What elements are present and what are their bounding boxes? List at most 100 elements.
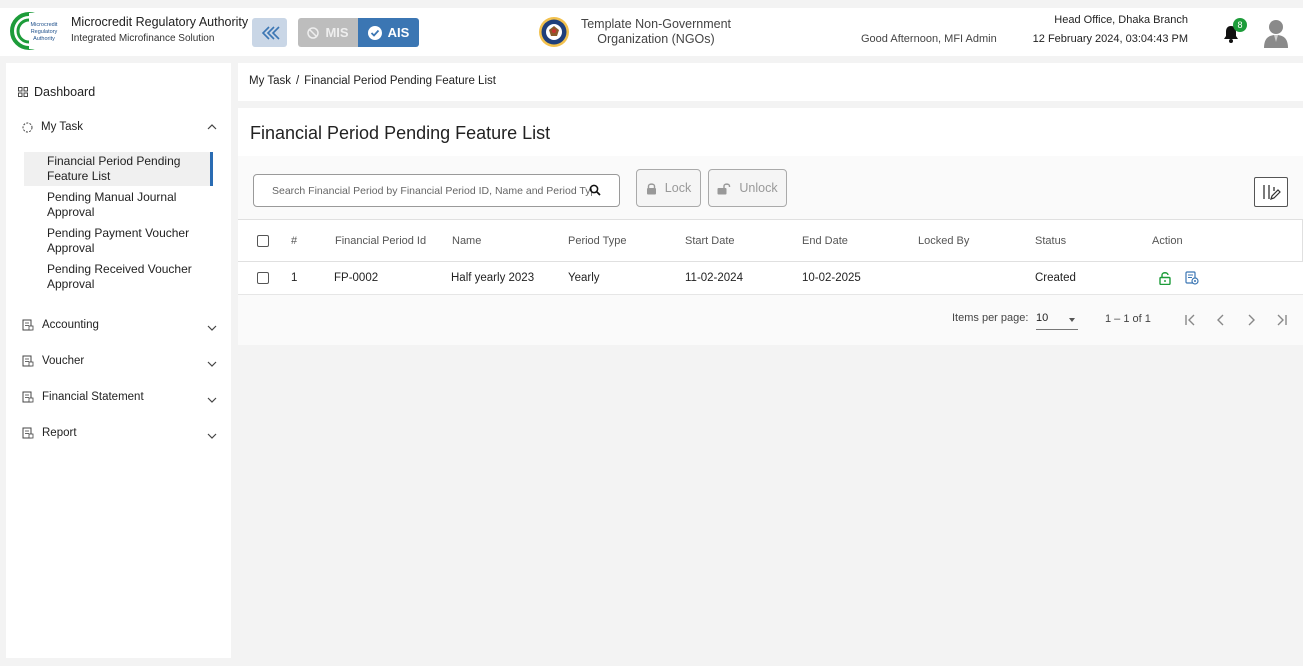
table-row: 1 FP-0002 Half yearly 2023 Yearly 11-02-…: [238, 262, 1303, 295]
ngo-name: Template Non-Government Organization (NG…: [580, 17, 732, 46]
column-settings-button[interactable]: [1254, 177, 1288, 207]
chevron-up-icon: [207, 124, 217, 130]
table-header: # Financial Period Id Name Period Type S…: [238, 219, 1303, 262]
breadcrumb-parent-link[interactable]: My Task: [249, 75, 291, 87]
items-per-page-select[interactable]: 10: [1036, 310, 1078, 330]
sidebar-item-dashboard[interactable]: Dashboard: [18, 85, 95, 99]
sidebar-item-label: My Task: [41, 121, 83, 133]
column-header-start-date[interactable]: Start Date: [685, 220, 735, 261]
lock-icon: [646, 182, 656, 194]
column-edit-icon: [1263, 185, 1281, 200]
sidebar-item-label: Report: [42, 427, 77, 439]
unlock-icon: [717, 182, 731, 194]
items-per-page-label: Items per page:: [952, 312, 1029, 324]
ais-label: AIS: [387, 25, 410, 40]
row-checkbox-cell: [257, 262, 269, 294]
sidebar-subitem-label: Pending Payment Voucher Approval: [47, 226, 190, 255]
notification-badge: 8: [1233, 18, 1247, 32]
column-header-action: Action: [1152, 234, 1183, 247]
search-input[interactable]: Search Financial Period by Financial Per…: [253, 174, 620, 207]
cell-start-date: 11-02-2024: [685, 272, 743, 284]
column-header-locked-by[interactable]: Locked By: [918, 220, 969, 261]
svg-text:Authority: Authority: [33, 36, 55, 42]
unlock-icon[interactable]: [1159, 271, 1171, 285]
unlock-button[interactable]: Unlock: [708, 169, 787, 207]
sidebar: Dashboard My Task Financial Period Pendi…: [6, 63, 231, 658]
cell-index: 1: [291, 272, 298, 284]
top-header: Microcredit Regulatory Authority Microcr…: [0, 8, 1303, 56]
previous-page-button[interactable]: [1212, 310, 1230, 330]
greeting-text: Good Afternoon, MFI Admin: [861, 33, 997, 45]
column-header-period-type[interactable]: Period Type: [568, 220, 627, 261]
cell-end-date: 10-02-2025: [802, 272, 861, 284]
column-header-name[interactable]: Name: [452, 220, 481, 261]
search-icon[interactable]: [589, 184, 601, 196]
mis-label: MIS: [325, 25, 349, 40]
chevron-down-icon: [207, 397, 217, 403]
cell-period-type: Yearly: [568, 272, 600, 284]
breadcrumb-current: Financial Period Pending Feature List: [304, 75, 496, 87]
column-header-financial-period-id[interactable]: Financial Period Id: [335, 220, 426, 261]
sidebar-subitem-financial-period-pending[interactable]: Financial Period Pending Feature List: [24, 152, 213, 186]
grid-icon: [18, 87, 28, 97]
chevron-down-icon: [207, 325, 217, 331]
loading-circle-icon: [22, 122, 33, 132]
module-toggle: MIS AIS: [298, 18, 419, 47]
page-title-bar: Financial Period Pending Feature List: [238, 108, 1303, 156]
paginator: Items per page: 10 1 – 1 of 1: [238, 295, 1303, 345]
cell-financial-period-id: FP-0002: [334, 272, 379, 284]
breadcrumb-separator: /: [295, 75, 300, 87]
sidebar-item-voucher[interactable]: Voucher: [22, 355, 217, 367]
check-circle-icon: [367, 25, 382, 40]
government-seal-icon: [539, 17, 569, 47]
sidebar-subitem-pending-received-voucher[interactable]: Pending Received Voucher Approval: [24, 262, 213, 292]
select-all-checkbox-cell: [257, 220, 269, 261]
collapse-sidebar-button[interactable]: [252, 18, 287, 47]
sidebar-subitem-pending-manual-journal[interactable]: Pending Manual Journal Approval: [24, 190, 213, 220]
view-details-icon[interactable]: [1185, 271, 1199, 285]
cell-status: Created: [1035, 272, 1076, 284]
column-header-end-date[interactable]: End Date: [802, 220, 848, 261]
breadcrumb: My Task / Financial Period Pending Feature…: [238, 63, 1303, 101]
page-title: Financial Period Pending Feature List: [250, 123, 551, 143]
mra-logo: Microcredit Regulatory Authority: [10, 12, 65, 50]
row-checkbox[interactable]: [257, 272, 269, 284]
sidebar-subitem-label: Pending Manual Journal Approval: [47, 190, 177, 219]
sidebar-subitem-pending-payment-voucher[interactable]: Pending Payment Voucher Approval: [24, 226, 213, 256]
ledger-icon: [22, 355, 34, 367]
org-title: Microcredit Regulatory Authority: [71, 15, 249, 29]
branch-name: Head Office, Dhaka Branch: [1054, 14, 1188, 26]
sidebar-item-label: Accounting: [42, 319, 99, 331]
mis-toggle-button[interactable]: MIS: [298, 18, 358, 47]
lock-button-label: Lock: [664, 181, 692, 195]
sidebar-item-label: Voucher: [42, 355, 85, 367]
user-avatar-icon[interactable]: [1263, 18, 1289, 48]
ais-toggle-button[interactable]: AIS: [358, 18, 419, 47]
sidebar-item-label: Financial Statement: [42, 391, 144, 403]
org-subtitle: Integrated Microfinance Solution: [71, 33, 215, 44]
items-per-page-value: 10: [1036, 312, 1049, 324]
ledger-icon: [22, 391, 34, 403]
chevron-down-icon: [207, 361, 217, 367]
sidebar-item-financial-statement[interactable]: Financial Statement: [22, 391, 217, 403]
column-header-status[interactable]: Status: [1035, 220, 1066, 261]
first-page-button[interactable]: [1182, 310, 1200, 330]
sidebar-item-report[interactable]: Report: [22, 427, 217, 439]
cell-name: Half yearly 2023: [451, 272, 535, 284]
svg-text:Regulatory: Regulatory: [31, 29, 58, 35]
first-page-icon: [1185, 314, 1195, 326]
ban-icon: [307, 26, 320, 39]
sidebar-item-accounting[interactable]: Accounting: [22, 319, 217, 331]
search-placeholder: Search Financial Period by Financial Per…: [272, 185, 592, 197]
last-page-button[interactable]: [1272, 310, 1290, 330]
sidebar-item-label: Dashboard: [34, 85, 96, 99]
sidebar-subitem-label: Financial Period Pending Feature List: [47, 154, 181, 183]
sidebar-item-my-task[interactable]: My Task: [22, 121, 217, 133]
next-page-button[interactable]: [1242, 310, 1260, 330]
svg-text:Microcredit: Microcredit: [31, 22, 58, 28]
lock-button[interactable]: Lock: [636, 169, 701, 207]
main-content: Search Financial Period by Financial Per…: [238, 156, 1303, 345]
ledger-icon: [22, 427, 34, 439]
cell-actions: [1159, 262, 1199, 294]
select-all-checkbox[interactable]: [257, 234, 269, 247]
